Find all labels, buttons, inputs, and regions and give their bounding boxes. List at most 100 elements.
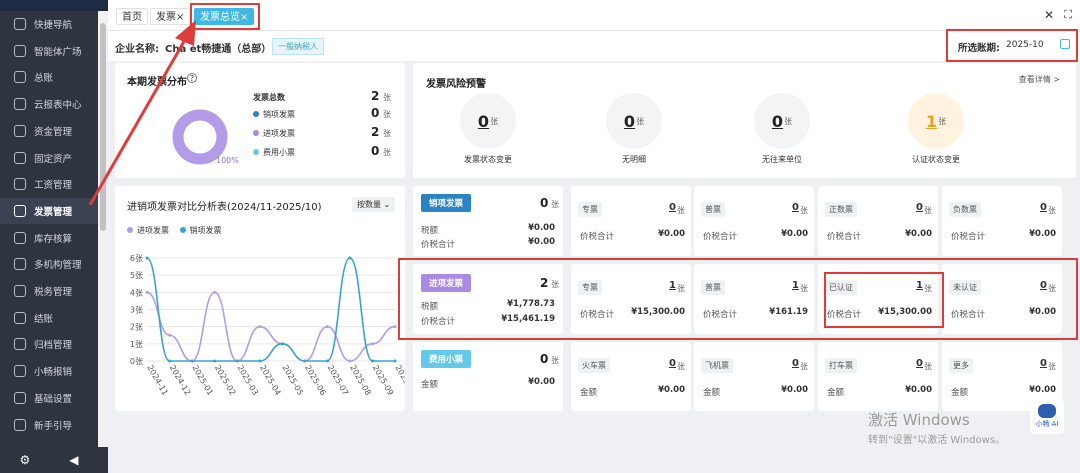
expense-pill[interactable]: 费用小票	[421, 350, 472, 368]
expense-col-tag: 火车票	[578, 358, 610, 373]
x-tick-label: 2025-06	[303, 364, 328, 397]
sales-total-label: 价税合计	[421, 240, 456, 250]
series-point[interactable]	[190, 359, 194, 363]
sidebar-item-5[interactable]: 固定资产	[0, 145, 98, 171]
legend-dot	[253, 149, 259, 155]
series-point[interactable]	[370, 342, 374, 346]
sales-col-count: 0	[1040, 202, 1047, 213]
metric-dropdown[interactable]: 按数量 ⌄	[352, 197, 396, 212]
sidebar-item-2[interactable]: 总账	[0, 64, 98, 90]
collapse-sidebar-icon[interactable]: ◀	[69, 453, 78, 467]
sales-col[interactable]: 负数票 0 张价税合计 ¥0.00	[942, 186, 1062, 256]
sidebar-item-icon	[14, 71, 26, 84]
expense-count: 0	[540, 352, 549, 366]
sales-col-sub: ¥0.00	[658, 229, 685, 239]
series-point[interactable]	[213, 359, 217, 363]
risk-item[interactable]: 0 张无明细	[606, 93, 662, 173]
ai-assistant-button[interactable]: 小畅 AI	[1030, 400, 1064, 434]
sales-total: ¥0.00	[528, 237, 555, 247]
help-icon[interactable]: ?	[187, 73, 197, 83]
expense-unit: 张	[551, 356, 559, 365]
risk-circle: 1张	[908, 93, 964, 149]
sidebar-item-label: 基础设置	[34, 393, 73, 405]
total-label: 发票总数	[253, 93, 285, 102]
series-point[interactable]	[303, 359, 307, 363]
series-point[interactable]	[370, 359, 374, 363]
risk-warning-card: 发票风险预警 查看详情 > 0 张发票状态变更 0 张无明细 0 张无往来单位 1 张认证状态…	[413, 63, 1076, 178]
risk-item[interactable]: 0 张无往来单位	[754, 93, 810, 173]
sidebar-item-13[interactable]: 小畅报销	[0, 358, 98, 384]
series-point[interactable]	[348, 359, 352, 363]
tab-invoice[interactable]: 发票×	[150, 8, 191, 25]
sidebar-item-4[interactable]: 资金管理	[0, 118, 98, 144]
sidebar-item-6[interactable]: 工资管理	[0, 171, 98, 197]
sales-tax: ¥0.00	[528, 223, 555, 233]
tab-home[interactable]: 首页	[116, 8, 148, 25]
expense-col-count: 0	[792, 358, 799, 369]
sidebar-item-11[interactable]: 结账	[0, 305, 98, 331]
distribution-title: 本期发票分布	[127, 77, 187, 88]
risk-item[interactable]: 1 张认证状态变更	[908, 93, 964, 173]
expense-col[interactable]: 火车票 0 张金额 ¥0.00	[571, 342, 691, 411]
trend-title: 进销项发票对比分析表(2024/11-2025/10)	[127, 202, 322, 213]
risk-item[interactable]: 0 张发票状态变更	[460, 93, 516, 173]
sales-col-sublabel: 价税合计	[951, 232, 986, 242]
sidebar-item-label: 工资管理	[34, 180, 73, 192]
sidebar-item-8[interactable]: 库存核算	[0, 225, 98, 251]
x-tick-label: 2025-09	[371, 364, 396, 397]
sales-pill[interactable]: 销项发票	[421, 194, 472, 212]
series-point[interactable]	[280, 342, 284, 346]
sales-col-unit: 张	[1048, 206, 1056, 215]
expense-col-tag: 打车票	[825, 358, 857, 373]
metric-dropdown-label: 按数量	[357, 200, 381, 209]
sidebar-item-15[interactable]: 新手引导	[0, 412, 98, 438]
distribution-row-unit: 张	[383, 110, 391, 119]
sales-col[interactable]: 普票 0 张价税合计 ¥0.00	[694, 186, 814, 256]
sidebar-scrollbar[interactable]	[98, 11, 108, 447]
series-point[interactable]	[168, 333, 172, 337]
series-point[interactable]	[348, 256, 352, 260]
sales-col-count: 0	[916, 202, 923, 213]
sidebar-item-3[interactable]: 云报表中心	[0, 91, 98, 117]
ai-assistant-label: 小畅 AI	[1035, 420, 1059, 428]
series-point[interactable]	[235, 359, 239, 363]
expense-col[interactable]: 打车票 0 张金额 ¥0.00	[818, 342, 938, 411]
distribution-row-value: 2	[371, 125, 380, 139]
x-tick-label: 2024-11	[145, 364, 170, 397]
expense-col-tag: 更多	[949, 358, 973, 373]
series-point[interactable]	[168, 359, 172, 363]
view-details-link[interactable]: 查看详情 >	[1019, 74, 1060, 85]
sidebar-item-label: 快捷导航	[34, 20, 73, 31]
sidebar: 快捷导航智能体广场 总账 云报表中心 资金管理 固定资产工资管理发票管理库存核算多机构管…	[0, 0, 108, 473]
sidebar-item-10[interactable]: 税务管理	[0, 278, 98, 304]
settings-icon[interactable]: ⚙	[20, 453, 31, 467]
sidebar-item-14[interactable]: 基础设置	[0, 385, 98, 411]
risk-unit: 张	[784, 116, 793, 126]
fullscreen-icon[interactable]: ⛶	[1064, 8, 1072, 22]
sidebar-item-label: 库存核算	[34, 233, 73, 245]
legend-dot	[253, 111, 259, 117]
series-point[interactable]	[145, 290, 149, 294]
distribution-row: 进项发票 2 张	[253, 125, 393, 142]
sidebar-item-1[interactable]: 智能体广场	[0, 38, 98, 64]
series-point[interactable]	[258, 359, 262, 363]
expense-col-tag: 飞机票	[701, 358, 733, 373]
series-point[interactable]	[393, 359, 397, 363]
sidebar-item-12[interactable]: 归档管理	[0, 331, 98, 357]
expense-col[interactable]: 飞机票 0 张金额 ¥0.00	[694, 342, 814, 411]
sales-col[interactable]: 专票 0 张价税合计 ¥0.00	[571, 186, 691, 256]
sidebar-item-icon	[14, 285, 26, 297]
series-point[interactable]	[213, 290, 217, 294]
sidebar-item-9[interactable]: 多机构管理	[0, 251, 98, 277]
sales-col[interactable]: 正数票 0 张价税合计 ¥0.00	[818, 186, 938, 256]
series-point[interactable]	[325, 325, 329, 329]
expense-summary-card: 费用小票 0 张 金额 ¥0.00	[413, 342, 563, 411]
sidebar-item-7[interactable]: 发票管理	[0, 197, 98, 224]
close-all-icon[interactable]: ✕	[1044, 8, 1054, 22]
series-point[interactable]	[325, 359, 329, 363]
sidebar-item-0[interactable]: 快捷导航	[0, 11, 98, 37]
legend-sales: 销项发票	[179, 226, 222, 235]
series-point[interactable]	[258, 325, 262, 329]
series-point[interactable]	[393, 325, 397, 329]
series-point[interactable]	[145, 256, 149, 260]
